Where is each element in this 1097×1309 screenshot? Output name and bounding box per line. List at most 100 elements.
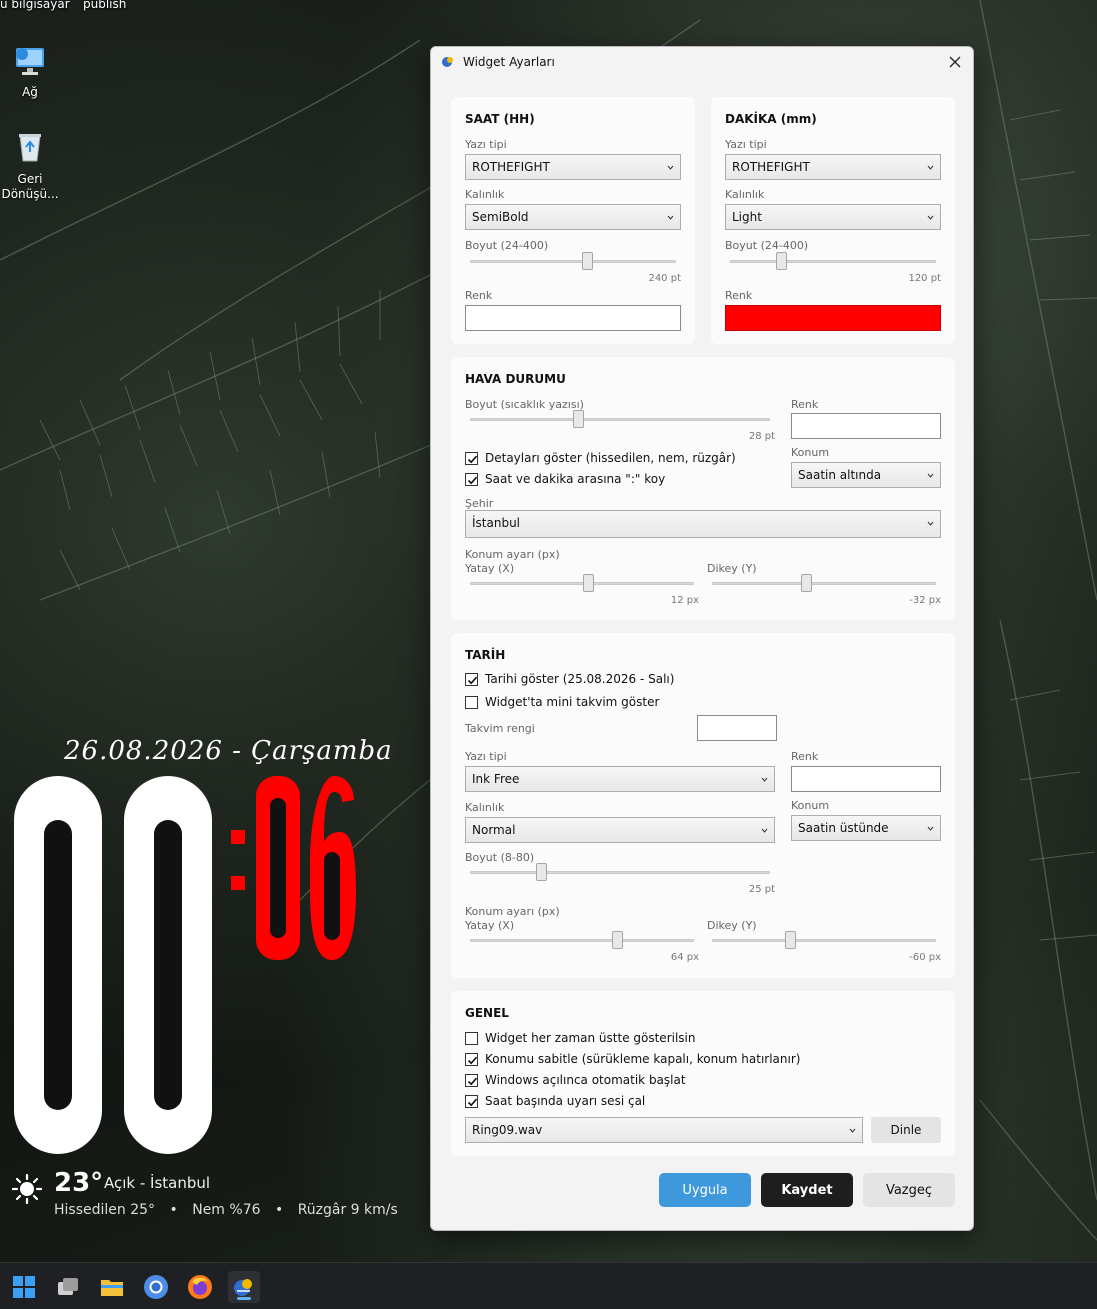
dakika-size-slider[interactable] — [730, 260, 936, 263]
hava-city-label: Şehir — [465, 497, 494, 510]
weather-wind: Rüzgâr 9 km/s — [297, 1202, 398, 1218]
cancel-button[interactable]: Vazgeç — [863, 1173, 955, 1207]
desktop-icon-recycle-bin[interactable]: Geri Dönüşü... — [0, 130, 60, 202]
tarih-size-label: Boyut (8-80) — [465, 851, 535, 864]
checkbox-box[interactable] — [465, 451, 478, 465]
network-icon — [16, 48, 44, 75]
weather-feels-like: Hissedilen 25° — [54, 1202, 156, 1218]
genel-sound-select[interactable]: Ring09.wav — [465, 1117, 863, 1143]
saat-weight-select[interactable]: SemiBold — [465, 204, 681, 230]
hava-y-slider[interactable] — [712, 582, 936, 585]
dakika-weight-select[interactable]: Light — [725, 204, 941, 230]
genel-autostart-checkbox[interactable]: Windows açılınca otomatik başlat — [465, 1073, 686, 1087]
desktop-label-computer[interactable]: u bilgisayar — [0, 0, 70, 11]
hava-size-slider-thumb[interactable] — [573, 410, 584, 428]
widget-app-button[interactable] — [228, 1271, 260, 1303]
tarih-show-checkbox[interactable]: Tarihi göster (25.08.2026 - Salı) — [465, 672, 674, 686]
tarih-x-slider-thumb[interactable] — [612, 931, 623, 949]
start-button[interactable] — [8, 1271, 40, 1303]
tarih-x-slider[interactable] — [470, 939, 694, 942]
dialog-titlebar[interactable]: Widget Ayarları — [431, 47, 973, 77]
tarih-x-label: Yatay (X) — [465, 919, 515, 932]
check-icon — [467, 455, 478, 463]
hava-details-checkbox[interactable]: Detayları göster (hissedilen, nem, rüzgâ… — [465, 451, 736, 465]
hava-y-slider-thumb[interactable] — [801, 574, 812, 592]
tarih-mini-calendar-label: Widget'ta mini takvim göster — [485, 695, 660, 709]
saat-color-picker[interactable] — [465, 305, 681, 331]
save-button[interactable]: Kaydet — [761, 1173, 853, 1207]
genel-hourly-sound-label: Saat başında uyarı sesi çal — [485, 1094, 646, 1108]
genel-hourly-sound-checkbox[interactable]: Saat başında uyarı sesi çal — [465, 1094, 645, 1108]
check-icon — [467, 1056, 478, 1064]
hava-size-slider[interactable] — [470, 418, 770, 421]
listen-button[interactable]: Dinle — [871, 1117, 941, 1143]
dakika-font-label: Yazı tipi — [725, 138, 767, 151]
tarih-x-value: 64 px — [670, 952, 699, 963]
checkbox-box[interactable] — [465, 1094, 478, 1108]
tarih-weight-select[interactable]: Normal — [465, 817, 775, 843]
hava-position-select[interactable]: Saatin altında — [791, 462, 941, 488]
tarih-y-slider-thumb[interactable] — [785, 931, 796, 949]
check-icon — [467, 476, 478, 484]
checkbox-box[interactable] — [465, 1031, 478, 1045]
apply-button[interactable]: Uygula — [659, 1173, 751, 1207]
settings-dialog: Widget Ayarları SAAT (HH) Yazı tipi ROTH… — [430, 46, 974, 1231]
tarih-mini-calendar-checkbox[interactable]: Widget'ta mini takvim göster — [465, 695, 659, 709]
taskbar — [0, 1262, 1097, 1309]
file-explorer-button[interactable] — [96, 1271, 128, 1303]
hava-x-slider-thumb[interactable] — [583, 574, 594, 592]
hava-color-picker[interactable] — [791, 413, 941, 439]
section-title-hava: HAVA DURUMU — [465, 372, 566, 386]
hava-x-slider[interactable] — [470, 582, 694, 585]
checkbox-box[interactable] — [465, 672, 478, 686]
dakika-color-picker[interactable] — [725, 305, 941, 331]
saat-size-slider-thumb[interactable] — [582, 252, 593, 270]
saat-size-label: Boyut (24-400) — [465, 239, 549, 252]
task-view-button[interactable] — [52, 1271, 84, 1303]
hava-x-value: 12 px — [670, 595, 699, 606]
check-icon — [467, 676, 478, 684]
checkbox-box[interactable] — [465, 1073, 478, 1087]
checkbox-box[interactable] — [465, 695, 478, 709]
tarih-position-select[interactable]: Saatin üstünde — [791, 815, 941, 841]
dakika-size-slider-thumb[interactable] — [776, 252, 787, 270]
genel-lock-position-label: Konumu sabitle (sürükleme kapalı, konum … — [485, 1052, 801, 1066]
saat-size-slider[interactable] — [470, 260, 676, 263]
close-button[interactable] — [943, 50, 967, 74]
genel-always-on-top-checkbox[interactable]: Widget her zaman üstte gösterilsin — [465, 1031, 695, 1045]
hava-city-select[interactable]: İstanbul — [465, 510, 941, 538]
task-view-icon — [58, 1278, 78, 1295]
desktop-icon-network[interactable]: Ağ — [0, 44, 60, 99]
chevron-down-icon — [667, 215, 674, 220]
tarih-size-slider-thumb[interactable] — [536, 863, 547, 881]
tarih-y-slider[interactable] — [712, 939, 936, 942]
dakika-size-value: 120 pt — [908, 273, 941, 284]
tarih-color-picker[interactable] — [791, 766, 941, 792]
tarih-position-value: Saatin üstünde — [798, 821, 889, 835]
dakika-font-select[interactable]: ROTHEFIGHT — [725, 154, 941, 180]
saat-size-value: 240 pt — [648, 273, 681, 284]
widget-app-icon — [234, 1279, 252, 1296]
hava-colon-checkbox[interactable]: Saat ve dakika arasına ":" koy — [465, 472, 665, 486]
tarih-weight-value: Normal — [472, 823, 516, 837]
card-genel: GENEL Widget her zaman üstte gösterilsin… — [451, 991, 955, 1156]
chrome-button[interactable] — [140, 1271, 172, 1303]
tarih-size-value: 25 pt — [748, 884, 775, 895]
tarih-size-slider[interactable] — [470, 871, 770, 874]
checkbox-box[interactable] — [465, 472, 478, 486]
chrome-icon — [144, 1275, 168, 1299]
checkbox-box[interactable] — [465, 1052, 478, 1066]
desktop-icon-label: Geri Dönüşü... — [1, 172, 59, 201]
hava-size-label: Boyut (sıcaklık yazısı) — [465, 398, 584, 411]
tarih-calendar-color-picker[interactable] — [697, 715, 777, 741]
saat-weight-value: SemiBold — [472, 210, 529, 224]
desktop-label-publish[interactable]: publish — [83, 0, 126, 11]
tarih-font-select[interactable]: Ink Free — [465, 766, 775, 792]
weather-condition: Açık - İstanbul — [104, 1174, 211, 1192]
saat-font-select[interactable]: ROTHEFIGHT — [465, 154, 681, 180]
chevron-down-icon — [927, 826, 934, 831]
widget-minute — [231, 776, 356, 960]
genel-lock-position-checkbox[interactable]: Konumu sabitle (sürükleme kapalı, konum … — [465, 1052, 800, 1066]
firefox-button[interactable] — [184, 1271, 216, 1303]
close-icon — [949, 56, 961, 68]
